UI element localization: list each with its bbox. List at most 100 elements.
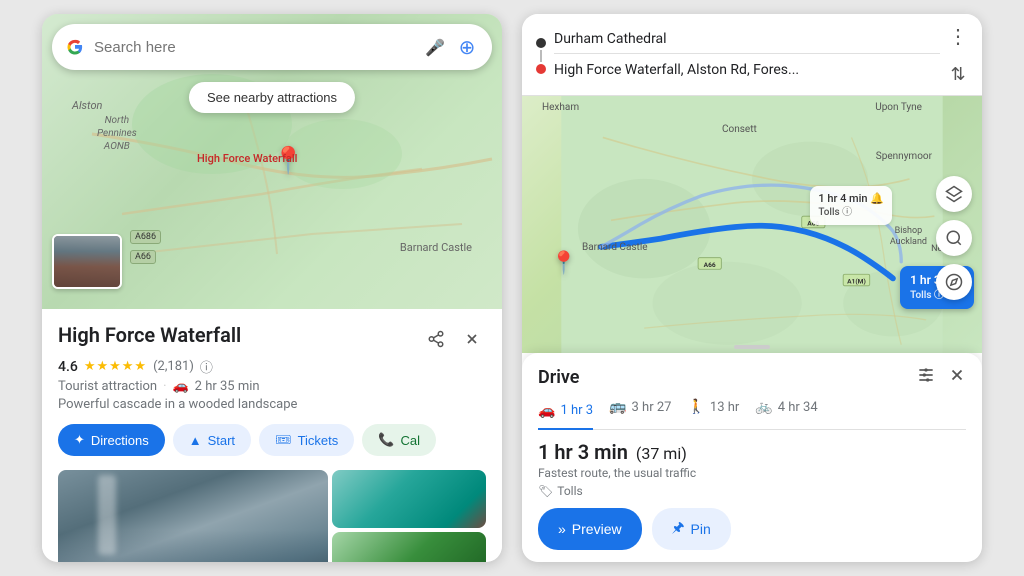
rating-row: 4.6 ★★★★★ (2,181) ⓘ bbox=[58, 357, 486, 376]
tab-cycle-time: 4 hr 34 bbox=[778, 400, 818, 415]
tolls-icon: 🏷 bbox=[538, 484, 553, 498]
tab-transit-time: 3 hr 27 bbox=[632, 400, 672, 415]
pin-button[interactable]: 🖈 Pin bbox=[652, 508, 731, 550]
map-background-right: A66 A1(M) A66 Hexham Upon Tyne Consett S… bbox=[522, 96, 982, 353]
location-thumbnail[interactable] bbox=[52, 234, 122, 289]
layers-button[interactable] bbox=[936, 176, 972, 212]
info-icon[interactable]: ⓘ bbox=[200, 357, 213, 376]
directions-icon: ✦ bbox=[74, 432, 85, 448]
photo-small-2[interactable] bbox=[332, 532, 486, 562]
summary-distance: (37 mi) bbox=[636, 444, 687, 463]
hexham-map-label: Hexham bbox=[542, 102, 579, 113]
fastest-route-label: Fastest route, the usual traffic bbox=[538, 466, 696, 480]
place-title: High Force Waterfall bbox=[58, 323, 241, 347]
preview-button[interactable]: » Preview bbox=[538, 508, 642, 550]
drag-handle[interactable] bbox=[734, 345, 770, 349]
svg-text:A1(M): A1(M) bbox=[847, 277, 866, 285]
bishop-auckland-map-label: Bishop Auckland bbox=[890, 226, 927, 248]
right-panel: Durham Cathedral High Force Waterfall, A… bbox=[522, 14, 982, 562]
drive-header: Drive bbox=[538, 365, 966, 389]
nearby-attractions-button[interactable]: See nearby attractions bbox=[189, 82, 355, 113]
photo-stack bbox=[332, 470, 486, 562]
road-badge-a66: A66 bbox=[130, 250, 156, 264]
mic-icon[interactable]: 🎤 bbox=[424, 36, 446, 58]
summary-time: 1 hr 3 min bbox=[538, 440, 628, 464]
tab-walk[interactable]: 🚶 13 hr bbox=[687, 399, 739, 421]
swap-routes-icon[interactable]: ⇅ bbox=[950, 64, 965, 85]
search-input[interactable] bbox=[94, 39, 414, 56]
upton-tyne-map-label: Upon Tyne bbox=[875, 102, 922, 113]
tickets-label: Tickets bbox=[298, 433, 339, 448]
destination-input[interactable]: High Force Waterfall, Alston Rd, Fores..… bbox=[554, 62, 940, 78]
close-drive-panel-button[interactable] bbox=[948, 366, 966, 388]
search-bar: 🎤 ⊕ bbox=[52, 24, 492, 70]
start-label: Start bbox=[208, 433, 235, 448]
compass-button[interactable] bbox=[936, 264, 972, 300]
origin-dot-icon bbox=[536, 38, 546, 48]
place-description: Powerful cascade in a wooded landscape bbox=[58, 397, 486, 412]
tab-cycle[interactable]: 🚲 4 hr 34 bbox=[755, 399, 817, 421]
drive-panel: Drive bbox=[522, 353, 982, 562]
photo-small-1[interactable] bbox=[332, 470, 486, 528]
call-icon: 📞 bbox=[378, 432, 394, 448]
pin-icon: 🖈 bbox=[672, 517, 685, 541]
info-header: High Force Waterfall bbox=[58, 323, 486, 353]
call-label: Cal bbox=[400, 433, 420, 448]
photos-grid bbox=[58, 470, 486, 562]
tab-transit[interactable]: 🚌 3 hr 27 bbox=[609, 399, 671, 421]
start-button[interactable]: ▲ Start bbox=[173, 424, 251, 456]
map-controls bbox=[936, 176, 972, 300]
photo-main[interactable] bbox=[58, 470, 328, 562]
bottom-actions: » Preview 🖈 Pin bbox=[538, 508, 966, 550]
drive-header-icons bbox=[916, 365, 966, 389]
directions-button[interactable]: ✦ Directions bbox=[58, 424, 165, 456]
walk-icon: 🚶 bbox=[687, 399, 704, 415]
transport-tabs: 🚗 1 hr 3 🚌 3 hr 27 🚶 13 hr 🚲 4 hr 34 bbox=[538, 399, 966, 430]
call-button[interactable]: 📞 Cal bbox=[362, 424, 436, 456]
route-settings-icon[interactable] bbox=[916, 365, 936, 389]
tolls-row: 🏷 Tolls bbox=[538, 484, 966, 498]
tab-drive[interactable]: 🚗 1 hr 3 bbox=[538, 399, 593, 430]
drive-icon: 🚗 bbox=[172, 379, 188, 394]
route-header: Durham Cathedral High Force Waterfall, A… bbox=[522, 14, 982, 96]
start-icon: ▲ bbox=[189, 433, 202, 448]
info-card: High Force Waterfall 4.6 ★★★★★ (2,181) bbox=[42, 309, 502, 562]
tolls-label: Tolls bbox=[557, 484, 582, 498]
stars-display: ★★★★★ bbox=[84, 359, 147, 374]
barnard-castle-label: Barnard Castle bbox=[400, 241, 472, 254]
search-map-button[interactable] bbox=[936, 220, 972, 256]
road-badge-a686: A686 bbox=[130, 230, 161, 244]
action-buttons: ✦ Directions ▲ Start 🎟 Tickets 📞 Cal bbox=[58, 424, 486, 456]
destination-dot-icon bbox=[536, 64, 546, 74]
spennymoor-map-label: Spennymoor bbox=[876, 151, 932, 162]
consett-map-label: Consett bbox=[722, 124, 757, 135]
tab-walk-time: 13 hr bbox=[710, 400, 739, 415]
pin-label: Pin bbox=[691, 521, 711, 537]
map-area-right[interactable]: A66 A1(M) A66 Hexham Upon Tyne Consett S… bbox=[522, 96, 982, 353]
time-bubble-1-line2: Tolls ⓘ bbox=[818, 206, 884, 220]
preview-label: Preview bbox=[572, 521, 622, 537]
car-icon: 🚗 bbox=[538, 403, 555, 419]
lens-icon[interactable]: ⊕ bbox=[456, 36, 478, 58]
aonb-label: North Pennines AONB bbox=[97, 114, 137, 153]
close-button[interactable] bbox=[458, 325, 486, 353]
alston-label: Alston bbox=[72, 99, 102, 112]
separator: · bbox=[163, 379, 166, 394]
origin-input[interactable]: Durham Cathedral bbox=[554, 31, 940, 54]
drive-title: Drive bbox=[538, 367, 579, 388]
preview-chevron-icon: » bbox=[558, 521, 566, 537]
directions-label: Directions bbox=[91, 433, 149, 448]
bus-icon: 🚌 bbox=[609, 399, 626, 415]
google-logo-icon bbox=[66, 38, 84, 56]
more-options-icon[interactable]: ⋮ bbox=[948, 24, 968, 48]
summary-subtitle: Fastest route, the usual traffic bbox=[538, 466, 966, 480]
drive-time: 2 hr 35 min bbox=[195, 379, 260, 394]
time-bubble-1: 1 hr 4 min 🔔 Tolls ⓘ bbox=[810, 186, 892, 225]
review-count: (2,181) bbox=[153, 359, 194, 374]
cycle-icon: 🚲 bbox=[755, 399, 772, 415]
header-actions bbox=[422, 325, 486, 353]
tickets-button[interactable]: 🎟 Tickets bbox=[259, 424, 354, 456]
waterfall-map-label: High Force Waterfall bbox=[197, 152, 297, 165]
search-icons: 🎤 ⊕ bbox=[424, 36, 478, 58]
share-icon[interactable] bbox=[422, 325, 450, 353]
